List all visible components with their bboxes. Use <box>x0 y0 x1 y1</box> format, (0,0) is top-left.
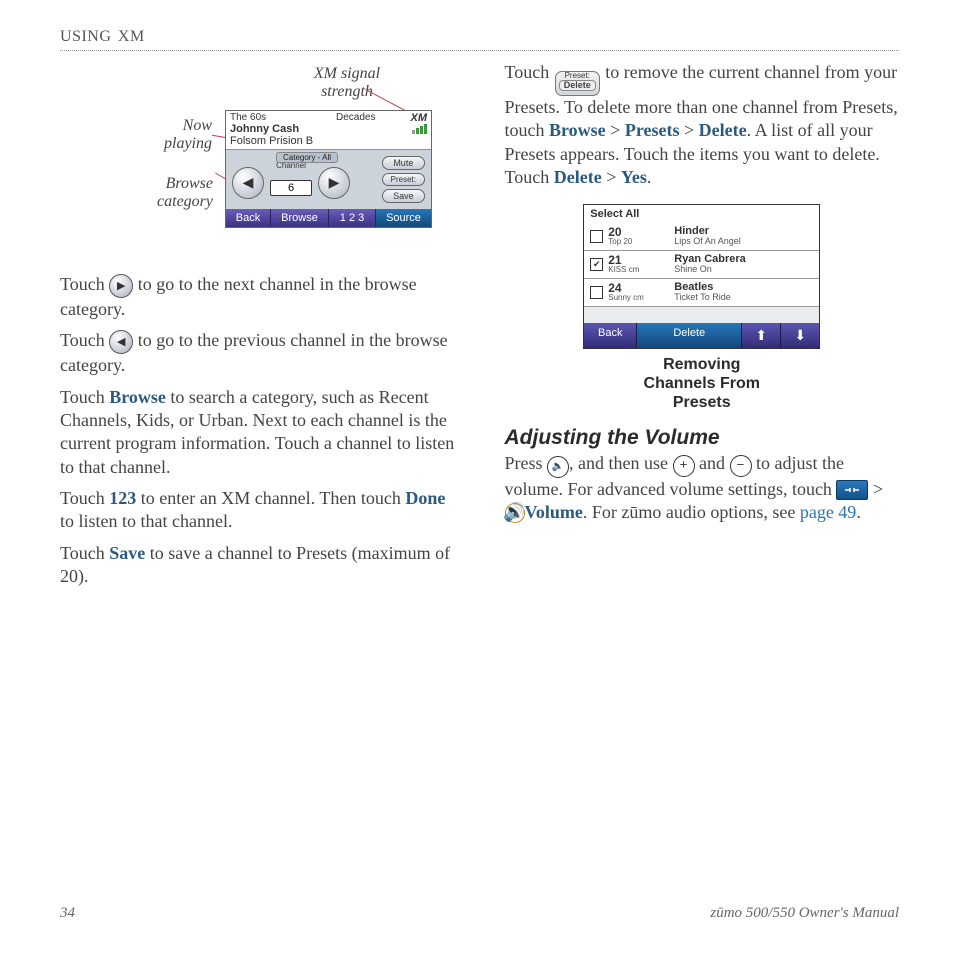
scroll-up-button[interactable]: ⬆ <box>742 323 781 348</box>
prev-channel-button[interactable]: ◀ <box>232 167 264 199</box>
figure-xm-screen: XM signal strength Now playing Browse ca… <box>60 65 455 265</box>
signal-strength-icon <box>412 124 427 134</box>
save-button[interactable]: Save <box>382 189 425 203</box>
prev-arrow-icon: ◀ <box>109 330 133 354</box>
source-button[interactable]: Source <box>376 209 431 227</box>
next-arrow-icon: ▶ <box>109 274 133 298</box>
xm-player-screenshot: The 60s Decades XM Johnny Cash Folsom Pr… <box>225 110 432 228</box>
speaker-icon: 🔈 <box>547 456 569 478</box>
decades-label: Decades <box>336 112 375 123</box>
minus-icon: − <box>730 455 752 477</box>
browse-button[interactable]: Browse <box>271 209 329 227</box>
back-button[interactable]: Back <box>226 209 271 227</box>
figure2-caption: Removing Channels From Presets <box>505 355 900 413</box>
now-playing-artist: Johnny Cash <box>230 123 427 135</box>
volume-icon: 🔊 <box>505 503 525 523</box>
scroll-down-button[interactable]: ⬇ <box>781 323 819 348</box>
manual-title: zūmo 500/550 Owner's Manual <box>710 905 899 922</box>
preset-row[interactable]: 20Top 20 HinderLips Of An Angel <box>584 223 819 251</box>
page-number: 34 <box>60 905 75 922</box>
preset-row[interactable]: 24Sunny cm BeatlesTicket To Ride <box>584 279 819 307</box>
preset-label: Preset: <box>382 173 425 186</box>
heading-adjusting-volume: Adjusting the Volume <box>505 426 900 450</box>
callout-now-playing: Now playing <box>132 117 212 154</box>
section-header: USING XM <box>60 28 899 51</box>
para-volume: Press 🔈, and then use + and − to adjust … <box>505 452 900 524</box>
preset-row[interactable]: ✔ 21KISS cm Ryan CabreraShine On <box>584 251 819 279</box>
checkbox-icon[interactable] <box>590 230 603 243</box>
para-delete-preset: Touch Preset:Delete to remove the curren… <box>505 61 900 190</box>
category-box[interactable]: Category - All <box>276 152 338 163</box>
callout-signal: XM signal strength <box>292 65 402 102</box>
channel-number[interactable]: 6 <box>270 180 312 196</box>
123-button[interactable]: 1 2 3 <box>329 209 376 227</box>
delete-preset-icon: Preset:Delete <box>555 71 600 96</box>
checkbox-icon[interactable] <box>590 286 603 299</box>
page-link[interactable]: page 49 <box>800 502 856 522</box>
now-playing-song: Folsom Prision B <box>230 135 427 147</box>
figure-remove-presets: Select All 20Top 20 HinderLips Of An Ang… <box>583 204 820 349</box>
mute-button[interactable]: Mute <box>382 156 425 170</box>
para-next-channel: Touch ▶ to go to the next channel in the… <box>60 273 455 321</box>
wrench-icon <box>836 480 868 500</box>
plus-icon: + <box>673 455 695 477</box>
callout-browse: Browse category <box>118 175 213 212</box>
back-button-2[interactable]: Back <box>584 323 637 348</box>
para-prev-channel: Touch ◀ to go to the previous channel in… <box>60 329 455 377</box>
xm-logo: XM <box>411 112 428 124</box>
para-save: Touch Save to save a channel to Presets … <box>60 542 455 589</box>
checkbox-icon[interactable]: ✔ <box>590 258 603 271</box>
select-all[interactable]: Select All <box>584 205 819 223</box>
next-channel-button[interactable]: ▶ <box>318 167 350 199</box>
page-footer: 34 zūmo 500/550 Owner's Manual <box>60 905 899 922</box>
para-123: Touch 123 to enter an XM channel. Then t… <box>60 487 455 534</box>
genre-label: The 60s <box>230 112 266 123</box>
para-browse: Touch Browse to search a category, such … <box>60 386 455 480</box>
delete-button[interactable]: Delete <box>637 323 742 348</box>
